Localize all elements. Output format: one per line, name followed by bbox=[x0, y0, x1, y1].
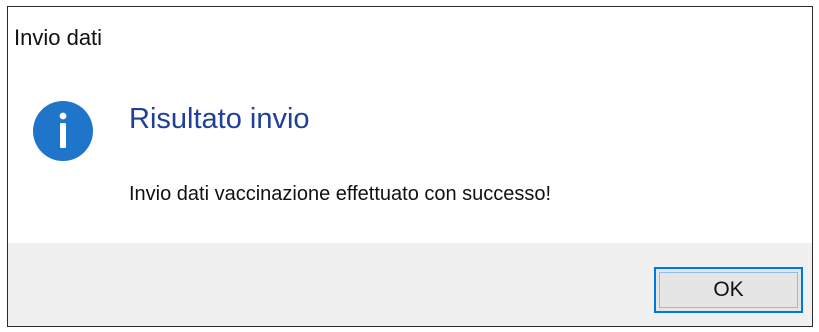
information-icon bbox=[33, 101, 93, 161]
dialog-titlebar[interactable]: Invio dati bbox=[8, 7, 812, 73]
dialog-message: Invio dati vaccinazione effettuato con s… bbox=[129, 183, 552, 205]
dialog-content: Risultato invio Invio dati vaccinazione … bbox=[8, 73, 812, 243]
ok-button-label: OK bbox=[713, 278, 744, 301]
dialog-footer: OK bbox=[8, 243, 812, 326]
message-dialog: Invio dati Risultato invio Invio dati va… bbox=[7, 6, 813, 327]
dialog-heading: Risultato invio bbox=[129, 103, 310, 135]
ok-button[interactable]: OK bbox=[654, 267, 803, 313]
dialog-title: Invio dati bbox=[14, 25, 103, 50]
